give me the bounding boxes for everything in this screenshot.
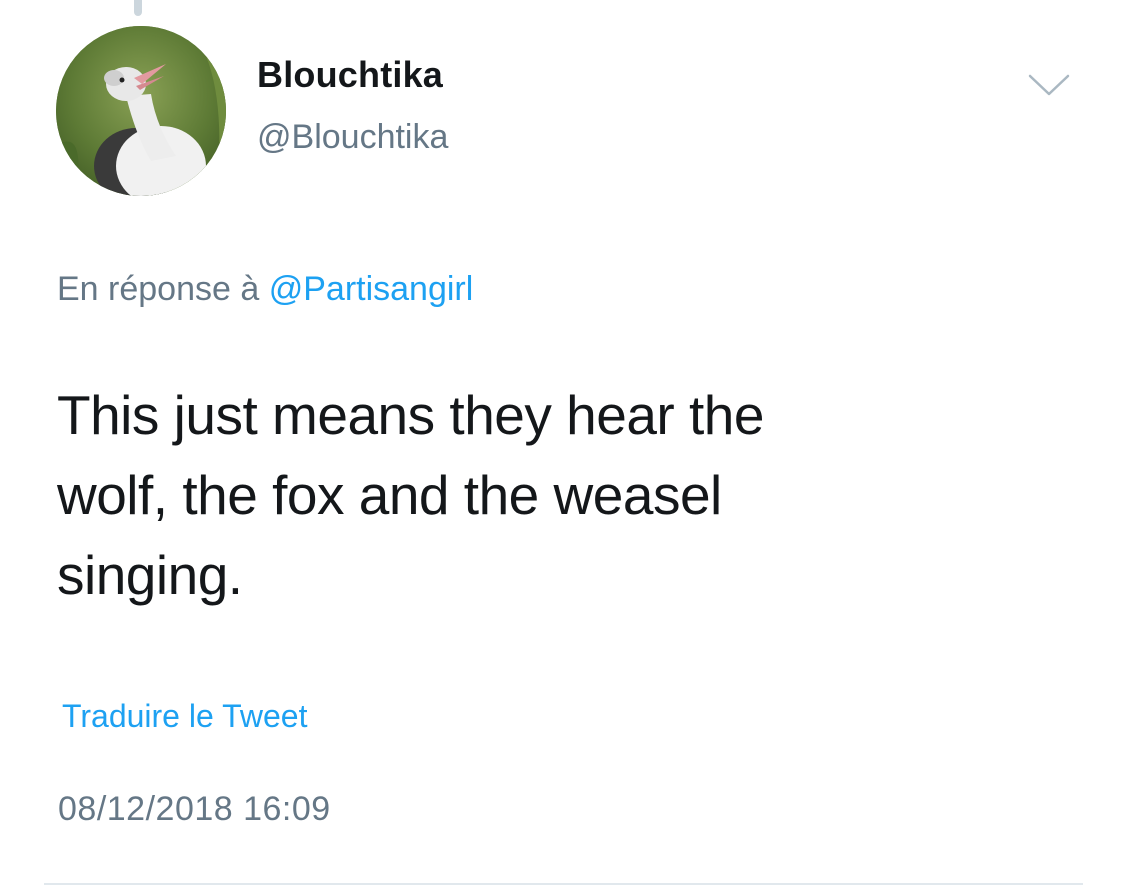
reply-context: En réponse à @Partisangirl: [57, 270, 473, 309]
author-handle[interactable]: @Blouchtika: [257, 118, 448, 157]
avatar[interactable]: [56, 26, 226, 196]
translate-tweet-link[interactable]: Traduire le Tweet: [62, 698, 307, 735]
divider: [44, 883, 1083, 885]
tweet-text: This just means they hear the wolf, the …: [57, 362, 1077, 628]
author-display-name[interactable]: Blouchtika: [257, 54, 443, 96]
more-options-caret[interactable]: [1026, 70, 1072, 100]
reply-prefix: En réponse à: [57, 270, 260, 308]
chevron-down-icon: [1028, 74, 1070, 96]
tweet-timestamp[interactable]: 08/12/2018 16:09: [58, 790, 331, 829]
goose-avatar-icon: [56, 26, 226, 196]
thread-connector-line: [134, 0, 142, 16]
reply-to-handle-link[interactable]: @Partisangirl: [269, 270, 474, 308]
